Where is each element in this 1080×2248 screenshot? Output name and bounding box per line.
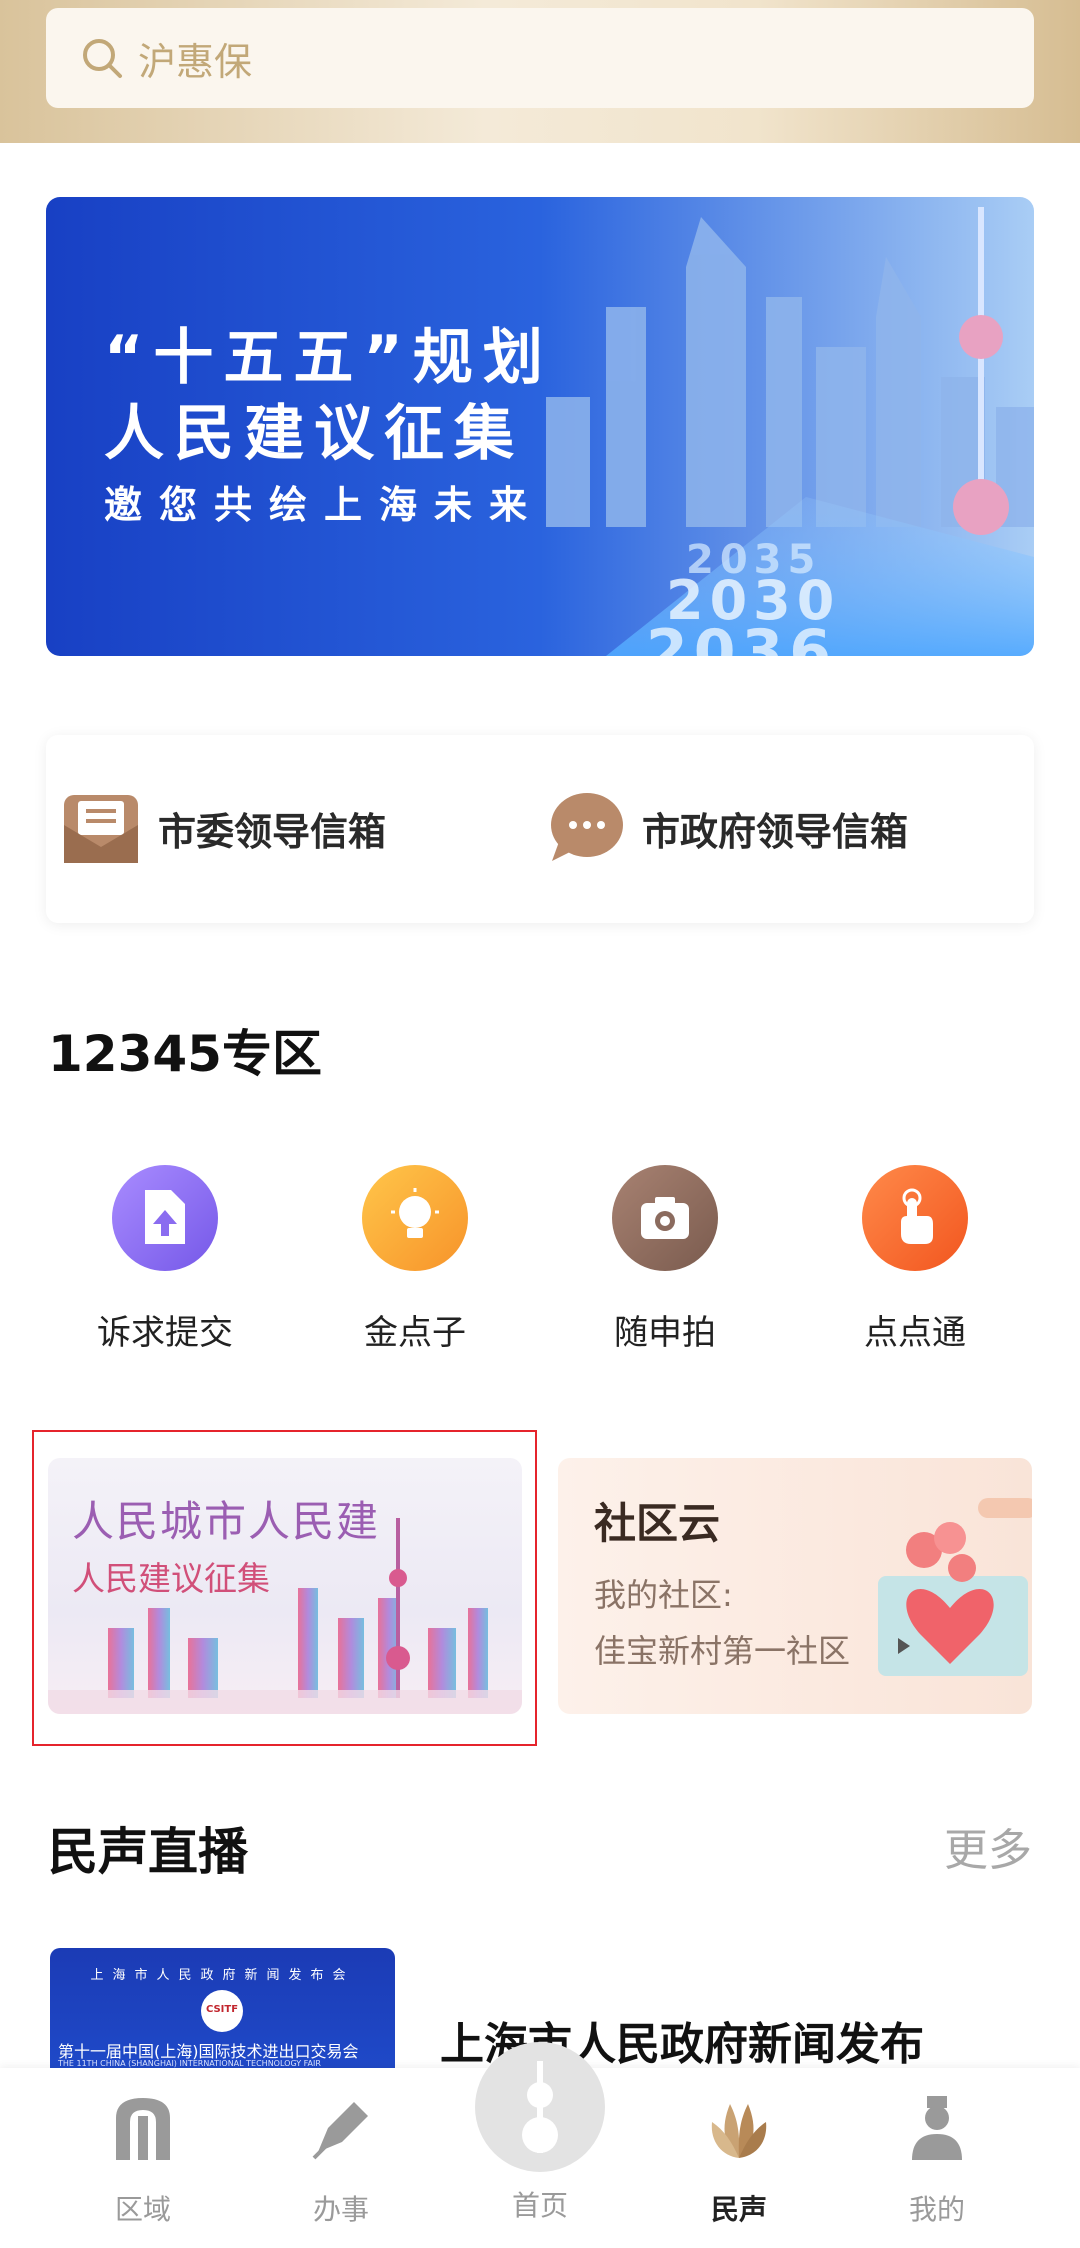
community-cloud-title: 社区云 — [594, 1499, 721, 1548]
people-city-card[interactable]: 人民城市人民建 人民建议征集 — [48, 1458, 522, 1714]
government-leader-mailbox-label: 市政府领导信箱 — [642, 809, 909, 854]
nav-services[interactable]: 办事 — [266, 2094, 416, 2228]
nav-label: 我的 — [908, 2193, 965, 2226]
nav-label: 首页 — [511, 2189, 568, 2222]
party-leader-mailbox[interactable]: 市委领导信箱 — [62, 789, 386, 867]
search-icon — [83, 39, 122, 78]
news-thumbnail[interactable]: 上海市人民政府新闻发布会 CSITF 第十一届中国(上海)国际技术进出口交易会 … — [50, 1948, 395, 2068]
party-leader-mailbox-label: 市委领导信箱 — [158, 809, 387, 854]
nav-label: 区域 — [114, 2193, 171, 2226]
government-leader-mailbox[interactable]: 市政府领导信箱 — [546, 789, 908, 867]
chat-bubble-icon — [551, 793, 623, 861]
tap-hand-icon — [862, 1165, 968, 1271]
quick-item-label: 诉求提交 — [97, 1313, 233, 1353]
live-section-title: 民声直播 — [48, 1823, 248, 1881]
fair-logo-text: CSITF — [205, 2004, 239, 2015]
my-community-label: 我的社区: — [594, 1576, 733, 1614]
file-upload-icon — [112, 1165, 218, 1271]
quick-item-tap-connect[interactable]: 点点通 — [815, 1165, 1015, 1354]
envelope-icon — [64, 795, 138, 863]
nav-label: 民声 — [710, 2193, 767, 2226]
quick-item-label: 随申拍 — [614, 1313, 716, 1353]
nav-mine[interactable]: 我的 — [862, 2094, 1012, 2228]
plan-banner[interactable]: “十五五”规划 人民建议征集 邀您共绘上海未来 2035 2030 2036 — [46, 197, 1034, 656]
banner-year-3: 2036 — [646, 617, 837, 656]
pen-icon — [312, 2102, 368, 2160]
thumbnail-caption-en: THE 11TH CHINA (SHANGHAI) INTERNATIONAL … — [58, 2059, 321, 2068]
more-link[interactable]: 更多 — [944, 1814, 1032, 1878]
quick-item-label: 金点子 — [364, 1313, 466, 1353]
search-placeholder: 沪惠保 — [138, 39, 253, 84]
nav-label: 办事 — [312, 2193, 369, 2226]
nav-public-voice[interactable]: 民声 — [664, 2094, 814, 2228]
fair-logo: CSITF — [201, 1990, 243, 2032]
banner-title-line1: “十五五”规划 — [104, 323, 553, 393]
banner-title-line2: 人民建议征集 — [104, 399, 524, 469]
leader-mailbox-card: 市委领导信箱 市政府领导信箱 — [46, 735, 1034, 923]
community-cloud-card[interactable]: 社区云 我的社区: 佳宝新村第一社区 — [558, 1458, 1032, 1714]
people-city-subtitle: 人民建议征集 — [72, 1559, 270, 1598]
home-center-button[interactable] — [475, 2042, 605, 2172]
my-community-name: 佳宝新村第一社区 — [594, 1632, 851, 1670]
quick-item-label: 点点通 — [864, 1313, 966, 1353]
people-city-title: 人民城市人民建 — [72, 1497, 381, 1546]
thumbnail-header: 上海市人民政府新闻发布会 — [90, 1968, 355, 1983]
nav-region[interactable]: 区域 — [68, 2094, 218, 2228]
zone-section-title: 12345专区 — [48, 1025, 322, 1083]
magnolia-icon — [711, 2104, 767, 2158]
banner-subtitle: 邀您共绘上海未来 — [104, 483, 545, 527]
camera-icon — [612, 1165, 718, 1271]
region-icon — [116, 2098, 170, 2160]
person-icon — [912, 2096, 962, 2160]
quick-item-golden-idea[interactable]: 金点子 — [315, 1165, 515, 1354]
quick-item-submit-request[interactable]: 诉求提交 — [65, 1165, 265, 1354]
tower-icon — [522, 2061, 558, 2153]
quick-item-snapshot[interactable]: 随申拍 — [565, 1165, 765, 1354]
lightbulb-icon — [362, 1165, 468, 1271]
top-header: 沪惠保 — [0, 0, 1080, 143]
search-input[interactable]: 沪惠保 — [46, 8, 1034, 108]
